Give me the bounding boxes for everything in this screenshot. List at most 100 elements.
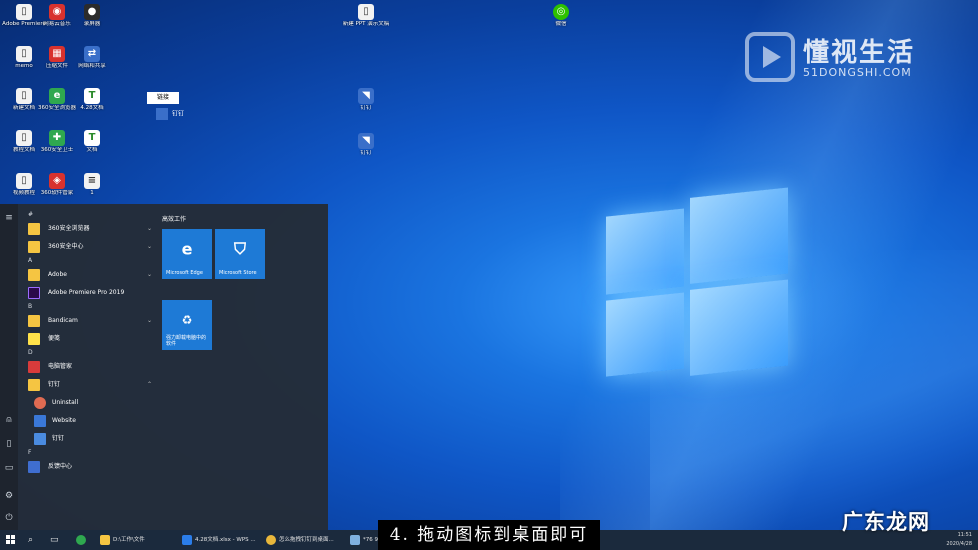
app-name: 电脑管家 [48,363,73,370]
start-app-item[interactable]: 反馈中心 [24,458,154,476]
start-app-item[interactable]: 钉钉 ⌃ [24,376,154,394]
netshare-icon: ⇄ [84,46,100,62]
taskbar-item-label: 4.28文档.xlsx - WPS ... [195,537,256,543]
wechat-icon: ◎ [553,4,569,20]
guard360-icon: ✚ [49,130,65,146]
app-group-letter[interactable]: # [24,210,154,220]
app-name: 360安全中心 [48,243,84,250]
folder-icon [100,534,110,545]
document-icon[interactable]: ▯ [3,438,15,450]
app-name: Adobe Premiere Pro 2019 [48,289,125,296]
desktop-icon-recorder[interactable]: ● 录屏器 [68,4,116,28]
chevron-icon[interactable]: ⌄ [147,220,152,238]
edge-icon: e [181,239,193,259]
app-name: 钉钉 [48,381,61,388]
start-app-item[interactable]: 钉钉 [24,430,154,448]
app-icon [28,361,40,373]
desktop-icon-label: 录屏器 [83,21,101,27]
recycle-icon: ♻ [181,313,193,327]
desktop-icon-pin2[interactable]: ◥ 钉钉 [342,133,390,157]
dragged-shortcut[interactable]: 钉钉 [156,108,184,120]
taskbar-item-other[interactable]: *76 9 [350,530,378,550]
gear-icon[interactable]: ⚙ [3,490,15,502]
app-icon [28,379,40,391]
doc2-icon: ▯ [16,130,32,146]
app-icon [28,287,40,299]
power-icon[interactable]: ⏻ [3,512,15,524]
tile-label: 强力卸载电脑中的软件 [166,335,207,347]
taskbar-clock[interactable]: 11:51 2020/4/28 [946,531,972,549]
tile-edge[interactable]: e Microsoft Edge [162,229,212,279]
start-app-item[interactable]: Adobe Premiere Pro 2019 [24,284,154,302]
drag-tooltip: 链接 [147,92,179,104]
start-app-item[interactable]: 360安全中心 ⌄ [24,238,154,256]
doc3-icon: ▯ [16,173,32,189]
desktop-icon-label: 微信 [555,21,567,27]
desktop-icon-label: 文档 [86,147,98,153]
start-app-item[interactable]: 电脑管家 [24,358,154,376]
dragged-shortcut-label: 钉钉 [172,110,185,118]
app-list: #360安全浏览器 ⌄ 360安全中心 ⌄ A Adobe ⌄ Adobe Premiere … [24,210,154,476]
windows-start-icon[interactable] [6,535,16,545]
tile-uninstaller[interactable]: ♻ 强力卸载电脑中的软件 [162,300,212,350]
app-icon [28,241,40,253]
chevron-icon[interactable]: ⌃ [147,376,152,394]
desktop-icon-ppt[interactable]: ▯ 新建 PPT 演示文稿 [342,4,390,28]
logo-pane [606,208,684,295]
desktop-icon-netshare[interactable]: ⇄ 网络和共享 [68,46,116,70]
taskbar-item-label: D:\工作\文件 [113,537,145,543]
app-icon [28,269,40,281]
app-group-letter[interactable]: D [24,348,154,358]
start-app-item[interactable]: Bandicam ⌄ [24,312,154,330]
start-app-item[interactable]: Website [24,412,154,430]
start-rail: ≡ ⍝ ▯ ▭ ⚙ ⏻ [0,204,18,530]
app-name: Website [52,417,76,424]
tile-store[interactable]: ⛉ Microsoft Store [215,229,265,279]
app-name: Uninstall [52,399,79,406]
app-icon [28,333,40,345]
app-group-letter[interactable]: A [24,256,154,266]
desktop-icon-label: 4.28文档 [80,105,104,111]
taskbar-item-browser[interactable]: 怎么拖拽钉钉到桌面... [266,530,334,550]
store-icon: ⛉ [233,239,247,258]
app-group-letter[interactable]: F [24,448,154,458]
app-name: Bandicam [48,317,78,324]
app-icon [34,415,46,427]
search-icon[interactable]: ⌕ [28,530,33,550]
chevron-icon[interactable]: ⌄ [147,266,152,284]
taskbar-360-icon[interactable] [76,530,89,550]
pin2-icon: ◥ [358,133,374,149]
browser360-icon: e [49,88,65,104]
start-app-item[interactable]: 便笺 [24,330,154,348]
taskbar-item-label: *76 9 [363,537,378,543]
app-name: 钉钉 [52,435,65,442]
desktop-icon-txt1[interactable]: T 4.28文档 [68,88,116,112]
taskbar-item-explorer[interactable]: D:\工作\文件 [100,530,145,550]
windows-logo-wallpaper [606,183,790,388]
brand-name: 懂视生活 [803,38,916,68]
app-group-letter[interactable]: B [24,302,154,312]
watermark: 广东龙网 [842,510,930,534]
user-icon[interactable]: ⍝ [3,414,15,426]
desktop-icon-pin1[interactable]: ◥ 钉钉 [342,88,390,112]
app-name: Adobe [48,271,67,278]
chevron-icon[interactable]: ⌄ [147,312,152,330]
tiles-group-title: 高效工作 [162,216,187,223]
pin1-icon: ◥ [358,88,374,104]
desktop-icon-txt2[interactable]: T 文档 [68,130,116,154]
task-view-icon[interactable]: ▭ [50,530,59,550]
desktop-icon-ini[interactable]: ≡ 1 [68,173,116,197]
taskbar-item-wps[interactable]: 4.28文档.xlsx - WPS ... [182,530,256,550]
tile-label: Microsoft Edge [166,270,203,276]
start-app-item[interactable]: 360安全浏览器 ⌄ [24,220,154,238]
app-name: 360安全浏览器 [48,225,90,232]
txt1-icon: T [84,88,100,104]
start-app-item[interactable]: Uninstall [24,394,154,412]
chevron-icon[interactable]: ⌄ [147,238,152,256]
menu-icon[interactable]: ≡ [3,212,15,224]
pictures-icon[interactable]: ▭ [3,462,15,474]
desktop-icon-wechat[interactable]: ◎ 微信 [537,4,585,28]
ini-icon: ≡ [84,173,100,189]
app-icon [28,223,40,235]
start-app-item[interactable]: Adobe ⌄ [24,266,154,284]
